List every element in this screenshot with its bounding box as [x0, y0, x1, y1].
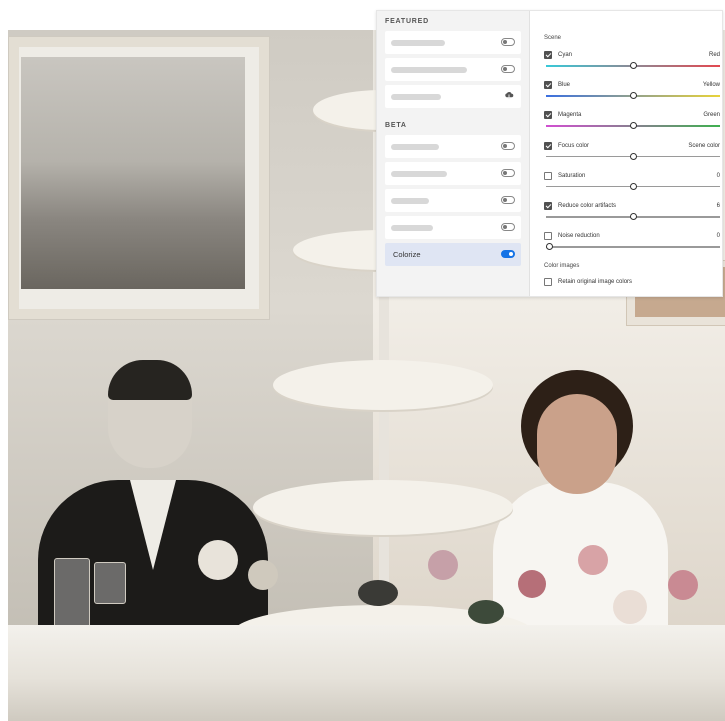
- filter-name-placeholder: [391, 144, 439, 150]
- colorize-filter[interactable]: Colorize: [385, 243, 521, 266]
- control-checkbox[interactable]: [544, 141, 552, 150]
- scene-heading: Scene: [544, 35, 562, 41]
- slider-thumb[interactable]: [546, 243, 553, 251]
- colorize-toggle[interactable]: [501, 250, 515, 258]
- featured-filter-1[interactable]: [385, 31, 521, 54]
- beta-filter-1[interactable]: [385, 135, 521, 158]
- control-end-label: Green: [703, 112, 720, 119]
- cloud-download-icon[interactable]: [504, 90, 514, 100]
- beta-filter-3[interactable]: [385, 189, 521, 212]
- filter-name-placeholder: [391, 171, 447, 177]
- control-checkbox[interactable]: [544, 111, 552, 120]
- filter-toggle[interactable]: [501, 196, 515, 204]
- water-glass: [54, 558, 90, 630]
- featured-heading: FEATURED: [385, 18, 429, 25]
- control-checkbox[interactable]: [544, 51, 552, 59]
- slider-thumb[interactable]: [629, 62, 637, 69]
- control-label: Saturation: [558, 172, 586, 179]
- control-label: Reduce color artifacts: [558, 203, 617, 209]
- beta-filter-4[interactable]: [385, 216, 521, 239]
- filters-panel: FEATURED BETA Colorize Scene Cyan Red Bl…: [376, 10, 723, 297]
- control-checkbox[interactable]: [544, 81, 552, 90]
- color-images-heading: Color images: [544, 263, 580, 269]
- tablecloth: [8, 625, 725, 721]
- control-label: Magenta: [558, 112, 582, 119]
- control-end-label: 0: [716, 172, 720, 179]
- control-end-label: 0: [716, 233, 720, 240]
- control-label: Noise reduction: [558, 233, 600, 240]
- control-label: Focus color: [558, 142, 590, 149]
- filter-name-placeholder: [391, 198, 429, 204]
- filter-toggle[interactable]: [501, 38, 515, 46]
- slider-thumb[interactable]: [629, 213, 637, 220]
- filter-toggle[interactable]: [501, 65, 515, 73]
- beta-heading: BETA: [385, 122, 407, 129]
- control-end-label: Red: [708, 52, 720, 58]
- retain-colors-checkbox[interactable]: [544, 278, 552, 286]
- colorize-settings: Scene Cyan Red Blue Yellow Magenta Green Focus…: [530, 11, 722, 296]
- retain-colors-label: Retain original image colors: [558, 279, 633, 285]
- control-end-label: 6: [716, 203, 720, 209]
- wine-glass: [94, 562, 126, 604]
- filter-name-placeholder: [391, 67, 467, 73]
- filter-name-placeholder: [391, 225, 433, 231]
- filter-name-placeholder: [391, 40, 445, 46]
- control-checkbox[interactable]: [544, 171, 552, 180]
- control-label: Cyan: [558, 52, 573, 58]
- slider-track[interactable]: [546, 246, 720, 248]
- lake-painting: [21, 57, 245, 289]
- filter-list: FEATURED BETA Colorize: [377, 11, 530, 296]
- slider-thumb[interactable]: [629, 152, 637, 160]
- filter-name-placeholder: [391, 94, 441, 100]
- filter-toggle[interactable]: [501, 223, 515, 231]
- slider-thumb[interactable]: [629, 122, 637, 130]
- control-label: Blue: [558, 82, 571, 89]
- painting-frame: [8, 36, 270, 320]
- featured-filter-2[interactable]: [385, 58, 521, 81]
- control-checkbox[interactable]: [544, 202, 552, 210]
- filter-toggle[interactable]: [501, 169, 515, 177]
- filter-toggle[interactable]: [501, 142, 515, 150]
- control-checkbox[interactable]: [544, 232, 552, 241]
- colorize-label: Colorize: [393, 250, 421, 259]
- slider-thumb[interactable]: [629, 92, 637, 100]
- featured-filter-3[interactable]: [385, 85, 521, 108]
- slider-thumb[interactable]: [629, 182, 637, 190]
- control-end-label: Yellow: [702, 82, 720, 89]
- beta-filter-2[interactable]: [385, 162, 521, 185]
- control-end-label: Scene color: [688, 142, 720, 149]
